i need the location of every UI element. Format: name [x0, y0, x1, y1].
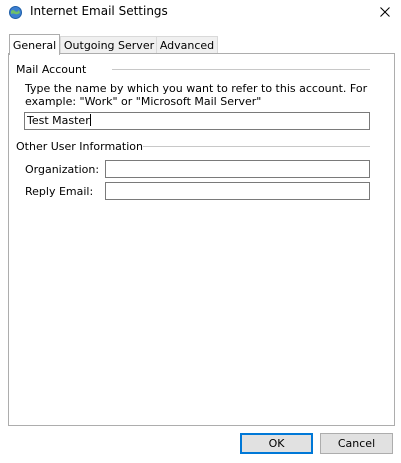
text-caret [89, 114, 91, 126]
organization-label: Organization: [25, 163, 100, 176]
window-title: Internet Email Settings [30, 4, 168, 18]
reply-email-input[interactable] [105, 182, 370, 200]
cancel-button-label: Cancel [337, 437, 376, 450]
cancel-button[interactable]: Cancel [320, 433, 393, 454]
title-bar: Internet Email Settings [0, 0, 401, 26]
ok-button[interactable]: OK [240, 433, 313, 454]
tab-panel-general [8, 53, 395, 426]
tab-outgoing-server[interactable]: Outgoing Server [60, 36, 158, 54]
reply-email-label: Reply Email: [25, 185, 94, 198]
ok-button-label: OK [268, 437, 285, 450]
account-name-description: Type the name by which you want to refer… [25, 82, 368, 108]
other-user-info-heading: Other User Information [16, 140, 143, 153]
globe-mail-icon [9, 6, 22, 19]
tab-advanced[interactable]: Advanced [156, 36, 218, 54]
tab-general[interactable]: General [9, 34, 60, 55]
other-user-info-divider [138, 146, 370, 147]
mail-account-heading: Mail Account [16, 63, 87, 76]
mail-account-divider [112, 69, 370, 70]
account-name-input[interactable]: Test Master [24, 112, 370, 130]
tab-label: General [12, 38, 57, 52]
account-name-value: Test Master [27, 114, 90, 127]
tab-label: Outgoing Server [63, 39, 155, 52]
organization-input[interactable] [105, 160, 370, 178]
tab-label: Advanced [159, 39, 215, 52]
close-button[interactable] [370, 1, 400, 23]
close-icon [380, 7, 390, 17]
